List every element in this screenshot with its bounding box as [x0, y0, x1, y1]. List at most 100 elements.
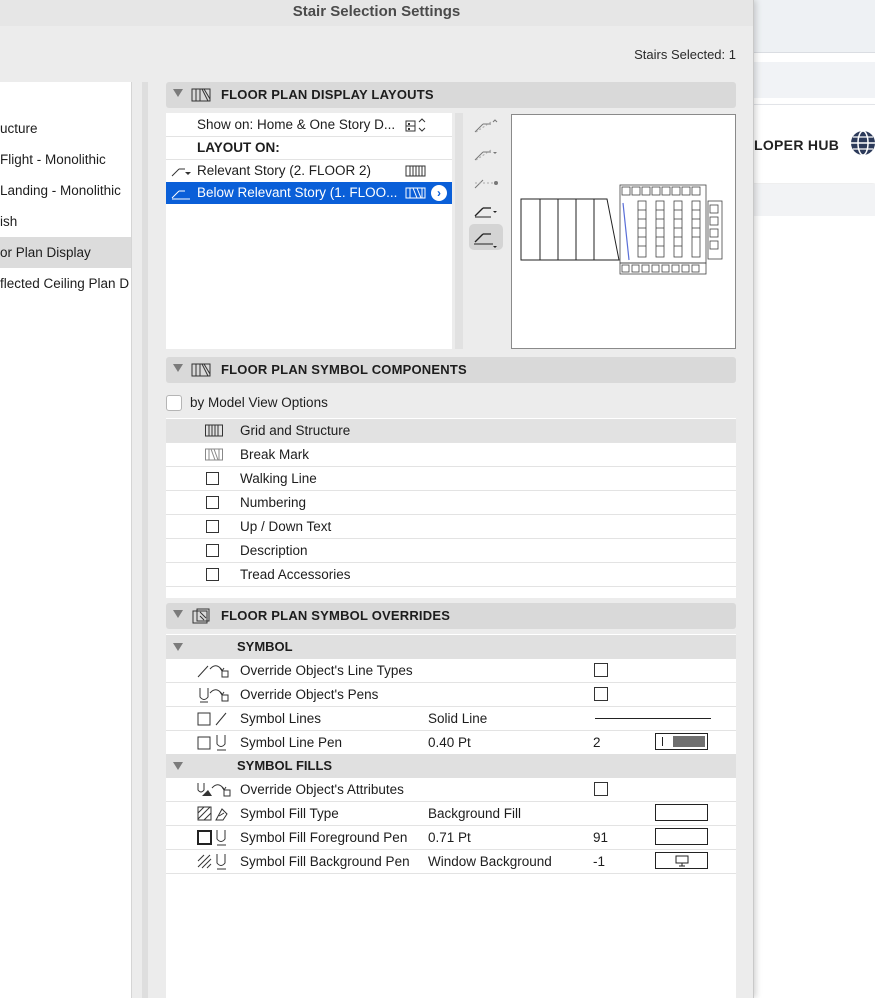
chevron-right-icon[interactable]: ›	[431, 185, 447, 201]
section-title: FLOOR PLAN SYMBOL COMPONENTS	[221, 362, 467, 377]
symbol-fill-bg-pen-label: Symbol Fill Background Pen	[240, 854, 410, 869]
stair-down-line-icon[interactable]	[469, 142, 503, 168]
override-line-types-checkbox[interactable]	[594, 663, 608, 677]
symbol-fill-bg-pen-number[interactable]: -1	[593, 850, 605, 873]
component-label: Walking Line	[240, 471, 317, 486]
panel-gutter	[132, 82, 142, 998]
collapse-triangle-icon[interactable]	[173, 610, 183, 618]
numbering-checkbox[interactable]	[206, 496, 219, 509]
symbol-fill-type-value[interactable]: Background Fill	[428, 802, 521, 825]
symbol-line-pen-row[interactable]: Symbol Line Pen 0.40 Pt 2	[166, 731, 736, 755]
nav-item-structure[interactable]: ucture	[0, 113, 131, 144]
override-row-pens[interactable]: Override Object's Pens	[166, 683, 736, 707]
symbol-lines-row[interactable]: Symbol Lines Solid Line	[166, 707, 736, 731]
override-attributes-checkbox[interactable]	[594, 782, 608, 796]
override-pens-checkbox[interactable]	[594, 687, 608, 701]
component-row-up-down-text[interactable]: Up / Down Text	[166, 515, 736, 539]
symbol-fill-fg-pen-row[interactable]: Symbol Fill Foreground Pen 0.71 Pt 91	[166, 826, 736, 850]
group-title: SYMBOL	[237, 639, 293, 654]
section-header-symbol-components[interactable]: FLOOR PLAN SYMBOL COMPONENTS	[166, 357, 736, 383]
tread-accessories-checkbox[interactable]	[206, 568, 219, 581]
component-row-description[interactable]: Description	[166, 539, 736, 563]
stair-below-relevant-icon[interactable]	[469, 224, 503, 250]
fg-pen-color-swatch[interactable]	[655, 828, 708, 845]
override-line-type-icon	[197, 665, 229, 678]
nav-item-floor-plan-display[interactable]: or Plan Display	[0, 237, 131, 268]
nav-item-finish[interactable]: ish	[0, 206, 131, 237]
symbol-lines-label: Symbol Lines	[240, 711, 322, 726]
override-fill-attributes-icon	[197, 783, 231, 797]
section-title: FLOOR PLAN SYMBOL OVERRIDES	[221, 608, 451, 623]
stair-preview	[511, 114, 736, 349]
pen-color-swatch[interactable]	[655, 733, 708, 750]
layout-row-below-relevant-story[interactable]: Below Relevant Story (1. FLOO... ›	[166, 182, 452, 204]
line-type-preview[interactable]	[595, 718, 711, 719]
stairs-selected-count: Stairs Selected: 1	[634, 47, 736, 62]
group-header-symbol[interactable]: SYMBOL	[166, 635, 736, 659]
show-on-row[interactable]: Show on: Home & One Story D...	[166, 114, 452, 136]
nav-item-reflected-ceiling-plan[interactable]: flected Ceiling Plan D	[0, 268, 131, 299]
developer-hub-link[interactable]: LOPER HUB	[754, 137, 839, 153]
group-header-symbol-fills[interactable]: SYMBOL FILLS	[166, 754, 736, 778]
up-down-text-checkbox[interactable]	[206, 520, 219, 533]
component-label: Up / Down Text	[240, 519, 332, 534]
symbol-fill-fg-pen-number[interactable]: 91	[593, 826, 608, 849]
component-row-tread-accessories[interactable]: Tread Accessories	[166, 563, 736, 587]
bg-pen-color-swatch[interactable]	[655, 852, 708, 869]
symbol-components-list: Grid and Structure Break Mark Walking Li…	[166, 418, 736, 598]
component-label: Tread Accessories	[240, 567, 351, 582]
symbol-line-pen-weight: 0.40 Pt	[428, 735, 471, 750]
component-label: Numbering	[240, 495, 307, 510]
break-mark-icon	[205, 448, 223, 461]
grid-structure-icon	[205, 424, 223, 437]
collapse-triangle-icon[interactable]	[173, 89, 183, 97]
break-mark-icon	[405, 187, 426, 199]
component-label: Grid and Structure	[240, 423, 351, 438]
nav-item-landing-monolithic[interactable]: Landing - Monolithic	[0, 175, 131, 206]
layout-on-heading: LAYOUT ON:	[166, 137, 452, 159]
section-header-display-layouts[interactable]: FLOOR PLAN DISPLAY LAYOUTS	[166, 82, 736, 108]
override-label: Override Object's Line Types	[240, 663, 413, 678]
override-row-attributes[interactable]: Override Object's Attributes	[166, 778, 736, 802]
fill-preview-swatch[interactable]	[655, 804, 708, 821]
stair-relevant-icon[interactable]	[469, 198, 503, 224]
layout-row-label: Relevant Story (2. FLOOR 2)	[197, 163, 372, 178]
grid-structure-icon	[405, 165, 426, 177]
building-stories-icon[interactable]	[405, 118, 427, 132]
background-tabbar	[752, 62, 875, 98]
by-model-view-label: by Model View Options	[190, 395, 328, 410]
symbol-fill-type-row[interactable]: Symbol Fill Type Background Fill	[166, 802, 736, 826]
component-row-break-mark[interactable]: Break Mark	[166, 443, 736, 467]
symbol-line-pen-number[interactable]: 2	[593, 731, 601, 754]
walking-line-checkbox[interactable]	[206, 472, 219, 485]
override-pen-icon	[199, 688, 229, 703]
layout-list-scrollbar[interactable]	[455, 113, 463, 349]
symbol-fill-fg-pen-label: Symbol Fill Foreground Pen	[240, 830, 408, 845]
globe-icon[interactable]	[849, 129, 875, 157]
symbol-overrides-icon	[192, 608, 210, 624]
override-row-line-types[interactable]: Override Object's Line Types	[166, 659, 736, 683]
floor-plan-symbol-icon	[191, 363, 211, 377]
layout-row-relevant-story[interactable]: Relevant Story (2. FLOOR 2)	[166, 160, 452, 182]
symbol-lines-value[interactable]: Solid Line	[428, 707, 487, 730]
collapse-triangle-icon[interactable]	[173, 364, 183, 372]
collapse-triangle-icon[interactable]	[173, 762, 183, 770]
stair-selection-settings-dialog: Stair Selection Settings Stairs Selected…	[0, 0, 754, 998]
component-row-numbering[interactable]: Numbering	[166, 491, 736, 515]
collapse-triangle-icon[interactable]	[173, 643, 183, 651]
symbol-fill-bg-pen-value: Window Background	[428, 854, 552, 869]
by-model-view-checkbox[interactable]	[166, 395, 182, 411]
panel-splitter[interactable]	[142, 82, 148, 998]
fill-background-pen-icon	[197, 854, 226, 870]
nav-item-flight-monolithic[interactable]: Flight - Monolithic	[0, 144, 131, 175]
component-row-grid-structure[interactable]: Grid and Structure	[166, 419, 736, 443]
description-checkbox[interactable]	[206, 544, 219, 557]
symbol-fill-bg-pen-row[interactable]: Symbol Fill Background Pen Window Backgr…	[166, 850, 736, 874]
stair-walk-line-icon[interactable]	[469, 170, 503, 196]
section-header-symbol-overrides[interactable]: FLOOR PLAN SYMBOL OVERRIDES	[166, 603, 736, 629]
stair-up-line-icon[interactable]	[469, 114, 503, 140]
override-label: Override Object's Attributes	[240, 782, 404, 797]
settings-navigation: ucture Flight - Monolithic Landing - Mon…	[0, 82, 132, 998]
component-row-walking-line[interactable]: Walking Line	[166, 467, 736, 491]
line-pen-icon	[197, 735, 226, 751]
